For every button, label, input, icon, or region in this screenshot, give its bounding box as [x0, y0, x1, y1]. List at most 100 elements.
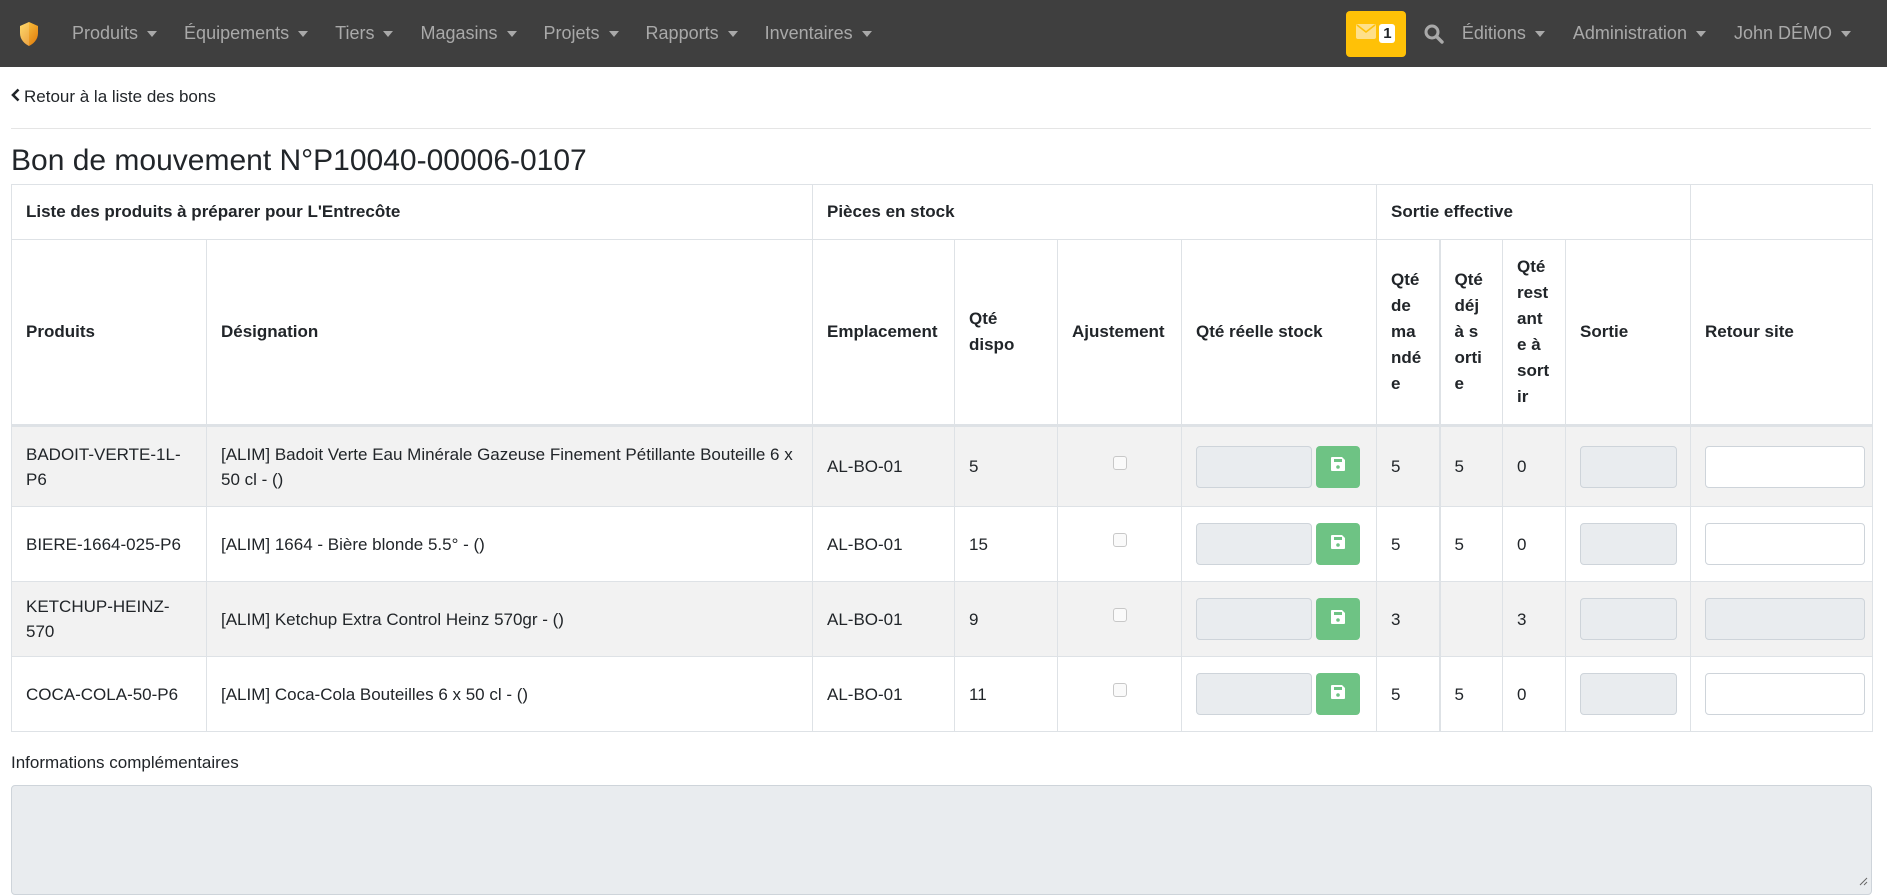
save-button[interactable]	[1316, 673, 1360, 715]
cell-sortie	[1565, 506, 1692, 582]
cell-designation: [ALIM] 1664 - Bière blonde 5.5° - ()	[206, 506, 813, 582]
cell-retour-site	[1690, 506, 1874, 582]
caret-down-icon	[147, 30, 158, 37]
cell-ajustement	[1057, 425, 1182, 507]
nav-menu-magasins[interactable]: Magasins	[420, 23, 517, 44]
cell-retour-site	[1690, 656, 1874, 732]
nav-menu-equipements[interactable]: Équipements	[184, 23, 309, 44]
cell-designation: [ALIM] Ketchup Extra Control Heinz 570gr…	[206, 581, 813, 657]
save-button[interactable]	[1316, 598, 1360, 640]
nav-menu-label: Projets	[543, 23, 600, 43]
info-textarea[interactable]	[11, 785, 1872, 895]
cell-emplacement: AL-BO-01	[812, 656, 955, 732]
table-column-header-row: Produits Désignation Emplacement Qté dis…	[11, 239, 1874, 427]
qte-reelle-input[interactable]	[1196, 523, 1312, 565]
table-group-header-row: Liste des produits à préparer pour L'Ent…	[11, 184, 1874, 240]
messages-button[interactable]: 1	[1345, 10, 1406, 57]
qte-reelle-input[interactable]	[1196, 445, 1312, 488]
products-table: Liste des produits à préparer pour L'Ent…	[11, 184, 1874, 732]
floppy-disk-icon	[1330, 682, 1346, 707]
resize-handle-icon[interactable]	[1858, 871, 1868, 891]
sortie-input[interactable]	[1580, 673, 1678, 715]
nav-menu-label: Équipements	[184, 23, 290, 43]
nav-menu-label: Rapports	[645, 23, 719, 43]
cell-qte-deja-sortie	[1438, 581, 1504, 657]
cell-qte-demandee: 5	[1376, 425, 1441, 507]
nav-menu-rapports[interactable]: Rapports	[646, 23, 738, 44]
cell-qte-reelle	[1180, 581, 1378, 657]
ajustement-checkbox[interactable]	[1112, 683, 1127, 697]
cell-ajustement	[1057, 506, 1182, 582]
retour-site-input-disabled[interactable]	[1705, 598, 1866, 640]
caret-down-icon	[1695, 30, 1706, 37]
cell-qte-demandee: 3	[1376, 581, 1441, 657]
caret-down-icon	[861, 30, 872, 37]
col-header-ajustement: Ajustement	[1057, 239, 1182, 427]
floppy-disk-icon	[1330, 607, 1346, 632]
group-header-exit: Sortie effective	[1376, 184, 1692, 240]
sortie-input[interactable]	[1580, 523, 1678, 565]
save-button[interactable]	[1316, 445, 1360, 488]
col-header-designation: Désignation	[206, 239, 813, 427]
nav-menu-editions[interactable]: Éditions	[1462, 23, 1545, 44]
search-icon[interactable]	[1424, 24, 1444, 44]
col-header-retour-site: Retour site	[1690, 239, 1874, 427]
table-row: COCA-COLA-50-P6 [ALIM] Coca-Cola Bouteil…	[11, 656, 1874, 732]
info-label: Informations complémentaires	[11, 753, 239, 772]
ajustement-checkbox[interactable]	[1112, 455, 1127, 470]
caret-down-icon	[727, 30, 738, 37]
nav-menu-label: Tiers	[335, 23, 375, 43]
back-link-label: Retour à la liste des bons	[24, 87, 216, 106]
cell-produit: BIERE-1664-025-P6	[11, 506, 207, 582]
caret-down-icon	[383, 30, 394, 37]
cell-ajustement	[1057, 581, 1182, 657]
col-header-sortie: Sortie	[1565, 239, 1692, 427]
cell-retour-site	[1690, 425, 1874, 507]
nav-menu-label: Produits	[72, 23, 139, 43]
back-to-list-link[interactable]: Retour à la liste des bons	[11, 86, 1871, 108]
table-row: BADOIT-VERTE-1L-P6 [ALIM] Badoit Verte E…	[11, 425, 1874, 507]
qte-reelle-input[interactable]	[1196, 598, 1312, 640]
col-header-qte-deja-sortie: Qté déjà sortie	[1438, 239, 1504, 427]
nav-menu-tiers[interactable]: Tiers	[335, 23, 394, 44]
table-row: KETCHUP-HEINZ-570 [ALIM] Ketchup Extra C…	[11, 581, 1874, 657]
cell-qte-dispo: 11	[954, 656, 1058, 732]
col-header-produits: Produits	[11, 239, 207, 427]
cell-sortie	[1565, 581, 1692, 657]
floppy-disk-icon	[1330, 454, 1346, 479]
floppy-disk-icon	[1330, 532, 1346, 557]
caret-down-icon	[608, 30, 619, 37]
cell-qte-reelle	[1180, 506, 1378, 582]
col-header-qte-reelle: Qté réelle stock	[1180, 239, 1378, 427]
retour-site-input[interactable]	[1705, 445, 1866, 488]
cell-qte-demandee: 5	[1376, 656, 1441, 732]
sortie-input[interactable]	[1580, 445, 1678, 488]
cell-qte-dispo: 9	[954, 581, 1058, 657]
qte-reelle-input[interactable]	[1196, 673, 1312, 715]
cell-sortie	[1565, 656, 1692, 732]
divider	[11, 128, 1871, 129]
nav-menu-produits[interactable]: Produits	[72, 23, 158, 44]
ajustement-checkbox[interactable]	[1112, 533, 1127, 547]
retour-site-input[interactable]	[1705, 523, 1866, 565]
retour-site-input[interactable]	[1705, 673, 1866, 715]
cell-produit: COCA-COLA-50-P6	[11, 656, 207, 732]
cell-ajustement	[1057, 656, 1182, 732]
ajustement-checkbox[interactable]	[1112, 608, 1127, 622]
cell-qte-dispo: 5	[954, 425, 1058, 507]
nav-menu-inventaires[interactable]: Inventaires	[765, 23, 872, 44]
nav-menu-label: Administration	[1572, 23, 1687, 43]
sortie-input[interactable]	[1580, 598, 1678, 640]
chevron-left-icon	[11, 87, 20, 107]
group-header-extra	[1690, 184, 1874, 240]
cell-designation: [ALIM] Badoit Verte Eau Minérale Gazeuse…	[206, 425, 813, 507]
save-button[interactable]	[1316, 523, 1360, 565]
user-menu[interactable]: John DÉMO	[1734, 23, 1851, 44]
cell-qte-reelle	[1180, 656, 1378, 732]
cell-retour-site	[1690, 581, 1874, 657]
cell-emplacement: AL-BO-01	[812, 506, 955, 582]
nav-menu-administration[interactable]: Administration	[1573, 23, 1706, 44]
nav-menu-projets[interactable]: Projets	[544, 23, 619, 44]
cell-produit: KETCHUP-HEINZ-570	[11, 581, 207, 657]
shield-logo-icon[interactable]	[18, 21, 40, 47]
